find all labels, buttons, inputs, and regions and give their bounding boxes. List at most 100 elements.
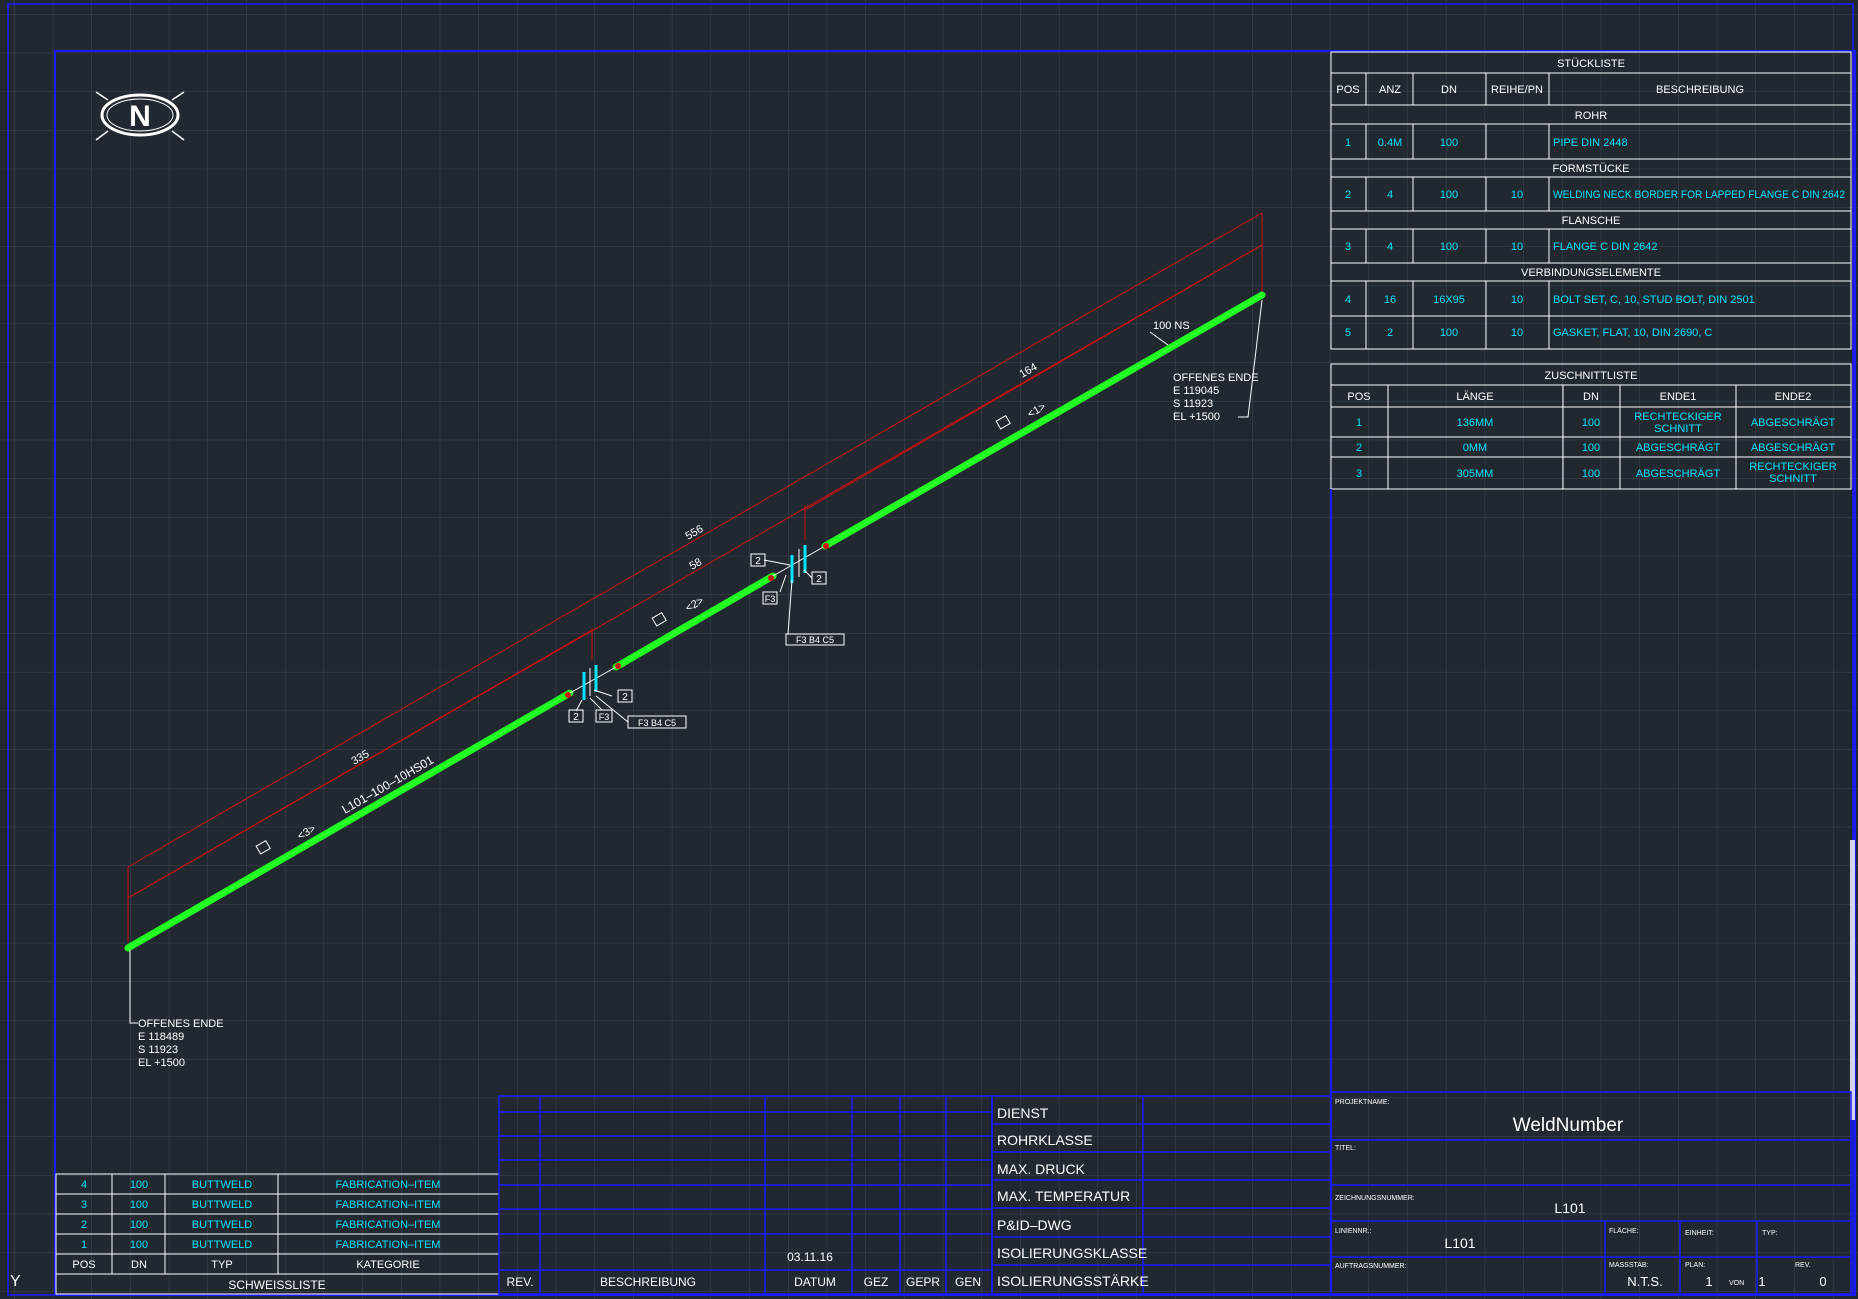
zus-title: ZUSCHNITTLISTE bbox=[1545, 370, 1638, 382]
stk-cell: 100 bbox=[1440, 241, 1458, 253]
sw-cell: FABRICATION–ITEM bbox=[336, 1199, 441, 1211]
sw-cell: BUTTWELD bbox=[192, 1179, 253, 1191]
tb-projektname-label: PROJEKTNAME: bbox=[1335, 1099, 1390, 1106]
sw-cell: BUTTWELD bbox=[192, 1199, 253, 1211]
tb-rev: 0 bbox=[1819, 1274, 1826, 1289]
tb-massstab: N.T.S. bbox=[1627, 1274, 1662, 1289]
zus-cell: 0MM bbox=[1463, 442, 1487, 454]
stk-cell: 4 bbox=[1387, 241, 1393, 253]
stk-cell: 4 bbox=[1345, 294, 1351, 306]
sw-cell: 100 bbox=[130, 1239, 148, 1251]
zus-h-ende1: ENDE1 bbox=[1660, 391, 1697, 403]
stk-cell: PIPE DIN 2448 bbox=[1553, 137, 1628, 149]
tag-weld-2b: 2 bbox=[622, 692, 628, 703]
sw-cell: 100 bbox=[130, 1179, 148, 1191]
tag-flange-upper: F3 B4 C5 bbox=[796, 635, 834, 645]
tb-massstab-label: MASSSTAB: bbox=[1609, 1262, 1649, 1269]
svg-text:E 119045: E 119045 bbox=[1173, 385, 1219, 397]
stk-h-dn: DN bbox=[1441, 84, 1457, 96]
stk-cell: 4 bbox=[1387, 189, 1393, 201]
rev-h-rev: REV. bbox=[507, 1275, 534, 1289]
stk-cell: 10 bbox=[1511, 294, 1523, 306]
stk-cell: 16 bbox=[1384, 294, 1396, 306]
svg-text:OFFENES ENDE: OFFENES ENDE bbox=[138, 1018, 224, 1030]
stk-cell: 100 bbox=[1440, 189, 1458, 201]
sw-h-dn: DN bbox=[131, 1259, 147, 1271]
sw-cell: 1 bbox=[81, 1239, 87, 1251]
sw-cell: FABRICATION–ITEM bbox=[336, 1239, 441, 1251]
stk-h-pn: REIHE/PN bbox=[1491, 84, 1543, 96]
zus-cell: 100 bbox=[1582, 468, 1600, 480]
zus-cell: 2 bbox=[1356, 442, 1362, 454]
stk-title: STÜCKLISTE bbox=[1557, 58, 1625, 70]
stk-h-anz: ANZ bbox=[1379, 84, 1401, 96]
stk-cell: GASKET, FLAT, 10, DIN 2690, C bbox=[1553, 327, 1712, 339]
pipe-size-label: 100 NS bbox=[1153, 320, 1190, 332]
zus-cell: ABGESCHRÄGT bbox=[1636, 468, 1721, 480]
rev-h-gen: GEN bbox=[955, 1275, 981, 1289]
tb-zeichnungsnummer: L101 bbox=[1554, 1200, 1585, 1216]
prop-isolierungsstaerke: ISOLIERUNGSSTÄRKE bbox=[997, 1273, 1149, 1289]
tb-liniennr-label: LINIENNR.: bbox=[1335, 1228, 1372, 1235]
svg-text:OFFENES ENDE: OFFENES ENDE bbox=[1173, 372, 1259, 384]
stk-cell: 2 bbox=[1387, 327, 1393, 339]
zus-cell: 100 bbox=[1582, 442, 1600, 454]
prop-max-druck: MAX. DRUCK bbox=[997, 1161, 1086, 1177]
scrollbar-strip[interactable] bbox=[1850, 840, 1855, 1120]
rev-h-datum: DATUM bbox=[794, 1275, 836, 1289]
sw-cell: 4 bbox=[81, 1179, 87, 1191]
svg-text:EL +1500: EL +1500 bbox=[138, 1057, 185, 1069]
sw-h-pos: POS bbox=[72, 1259, 95, 1271]
north-letter: N bbox=[129, 100, 151, 133]
stk-cell: 100 bbox=[1440, 327, 1458, 339]
stk-cell: WELDING NECK BORDER FOR LAPPED FLANGE C … bbox=[1553, 189, 1845, 201]
zus-cell: ABGESCHRÄGT bbox=[1636, 442, 1721, 454]
stk-cell: 10 bbox=[1511, 241, 1523, 253]
drawing-canvas[interactable]: N Y 2 2 F3 F3 B4 C5 2 2 F3 F3 B4 C5 <3> … bbox=[0, 0, 1858, 1299]
rev-h-gepr: GEPR bbox=[906, 1275, 940, 1289]
tb-typ-label: TYP: bbox=[1762, 1230, 1778, 1237]
stk-cell: 100 bbox=[1440, 137, 1458, 149]
tag-f3-lower: F3 bbox=[599, 712, 610, 722]
svg-text:S 11923: S 11923 bbox=[138, 1044, 178, 1056]
tag-weld-2a: 2 bbox=[573, 712, 579, 723]
zus-cell: 100 bbox=[1582, 417, 1600, 429]
svg-text:S 11923: S 11923 bbox=[1173, 398, 1213, 410]
zus-cell: 3 bbox=[1356, 468, 1362, 480]
zus-cell: 305MM bbox=[1457, 468, 1494, 480]
tb-rev-label: REV. bbox=[1795, 1262, 1811, 1269]
tb-von: 1 bbox=[1758, 1274, 1765, 1289]
stk-group-verbindung: VERBINDUNGSELEMENTE bbox=[1521, 267, 1661, 279]
stk-cell: 3 bbox=[1345, 241, 1351, 253]
sw-cell: FABRICATION–ITEM bbox=[336, 1219, 441, 1231]
sw-cell: FABRICATION–ITEM bbox=[336, 1179, 441, 1191]
tb-projektname: WeldNumber bbox=[1513, 1115, 1624, 1136]
tb-plan-label: PLAN: bbox=[1685, 1262, 1705, 1269]
stk-cell: 1 bbox=[1345, 137, 1351, 149]
prop-rohrklasse: ROHRKLASSE bbox=[997, 1132, 1093, 1148]
tb-von-label: VON bbox=[1729, 1280, 1744, 1287]
svg-text:E 118489: E 118489 bbox=[138, 1031, 184, 1043]
sw-h-typ: TYP bbox=[211, 1259, 232, 1271]
sw-cell: 100 bbox=[130, 1199, 148, 1211]
zus-cell: SCHNITT bbox=[1654, 423, 1702, 435]
sw-title: SCHWEISSLISTE bbox=[228, 1278, 325, 1292]
sw-cell: 100 bbox=[130, 1219, 148, 1231]
zus-cell: RECHTECKIGER bbox=[1749, 461, 1836, 473]
tag-flange-lower: F3 B4 C5 bbox=[638, 718, 676, 728]
revision-date: 03.11.16 bbox=[787, 1250, 833, 1264]
stk-group-rohr: ROHR bbox=[1575, 110, 1607, 122]
sw-cell: 2 bbox=[81, 1219, 87, 1231]
sw-h-kat: KATEGORIE bbox=[356, 1259, 419, 1271]
stk-cell: BOLT SET, C, 10, STUD BOLT, DIN 2501 bbox=[1553, 294, 1755, 306]
zus-cell: 136MM bbox=[1457, 417, 1494, 429]
tag-f3-upper: F3 bbox=[765, 594, 776, 604]
stk-cell: 16X95 bbox=[1433, 294, 1465, 306]
zus-cell: SCHNITT bbox=[1769, 473, 1817, 485]
zus-h-pos: POS bbox=[1347, 391, 1370, 403]
stk-cell: 10 bbox=[1511, 189, 1523, 201]
zus-h-laenge: LÄNGE bbox=[1456, 391, 1493, 403]
stk-cell: 2 bbox=[1345, 189, 1351, 201]
stk-h-pos: POS bbox=[1336, 84, 1359, 96]
zus-h-ende2: ENDE2 bbox=[1775, 391, 1812, 403]
